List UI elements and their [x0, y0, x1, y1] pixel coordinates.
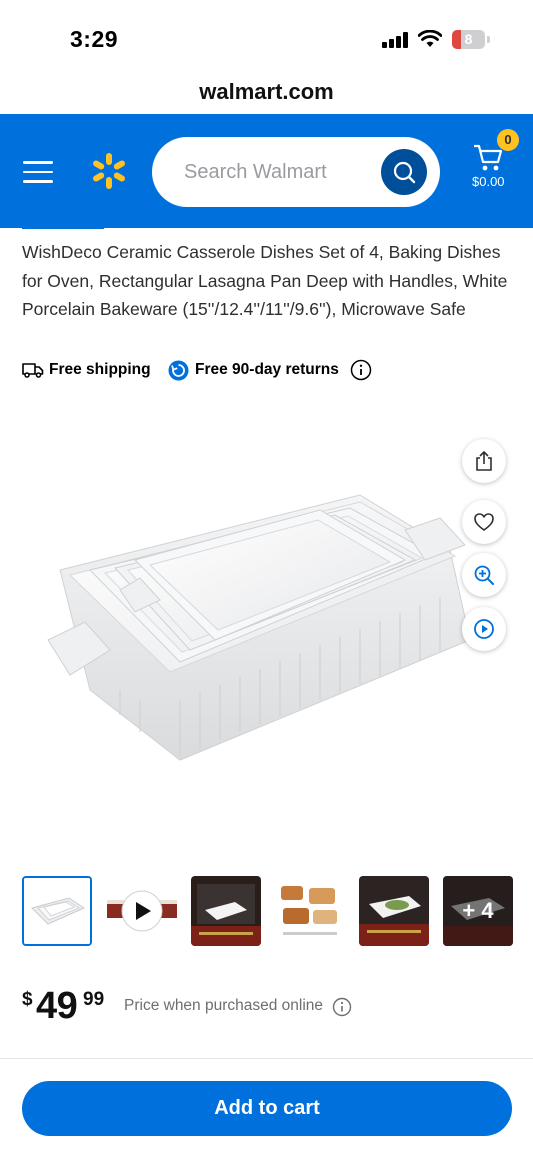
thumbnail-more[interactable]: + 4: [443, 876, 513, 946]
price-dollars: 49: [36, 985, 78, 1027]
info-icon[interactable]: [350, 359, 372, 381]
site-header: Search Walmart 0 $0.00: [0, 114, 533, 228]
search-button[interactable]: [381, 149, 427, 195]
play-circle-icon: [474, 619, 494, 639]
cart-button[interactable]: 0 $0.00: [470, 129, 519, 196]
divider: [0, 1058, 533, 1059]
truck-icon: [22, 363, 44, 378]
product-image[interactable]: [30, 410, 480, 840]
free-returns-perk: Free 90-day returns: [168, 357, 339, 383]
product-title: WishDeco Ceramic Casserole Dishes Set of…: [22, 242, 508, 319]
thumbnail-video[interactable]: [107, 876, 177, 946]
image-thumbnails: + 4: [22, 876, 522, 948]
url-text: walmart.com: [199, 79, 334, 104]
play-video-button[interactable]: [462, 607, 506, 651]
thumbnail-3[interactable]: [191, 876, 261, 946]
search-icon: [393, 161, 416, 184]
price-note: Price when purchased online: [124, 997, 324, 1014]
cart-count-badge: 0: [497, 129, 519, 151]
cellular-signal-icon: [382, 32, 410, 48]
zoom-in-icon: [474, 565, 494, 585]
more-images-count: + 4: [443, 876, 513, 946]
price-cents: 99: [83, 989, 105, 1010]
browser-url-bar[interactable]: walmart.com: [0, 72, 533, 114]
share-button[interactable]: [462, 439, 506, 483]
wifi-icon: [417, 29, 443, 48]
price-info-icon[interactable]: [332, 997, 352, 1017]
walmart-spark-logo[interactable]: [89, 151, 129, 191]
zoom-button[interactable]: [462, 553, 506, 597]
section-underline: [22, 226, 104, 229]
cart-total: $0.00: [472, 174, 505, 189]
thumbnail-5[interactable]: [359, 876, 429, 946]
thumbnail-1[interactable]: [22, 876, 92, 946]
free-shipping-perk: Free shipping: [22, 357, 151, 383]
status-bar: 3:29 8: [0, 0, 533, 72]
thumbnail-4[interactable]: [275, 876, 345, 946]
free-shipping-label: Free shipping: [49, 361, 151, 378]
battery-icon: 8: [452, 30, 490, 49]
returns-icon: [168, 360, 189, 380]
add-to-cart-button[interactable]: Add to cart: [22, 1081, 512, 1136]
status-time: 3:29: [70, 26, 119, 52]
menu-icon[interactable]: [23, 161, 53, 183]
share-icon: [476, 450, 492, 471]
fulfillment-perks: Free shipping Free 90-day returns: [22, 357, 522, 383]
heart-icon: [474, 513, 494, 531]
favorite-button[interactable]: [462, 500, 506, 544]
battery-level: 8: [464, 31, 473, 47]
search-placeholder: Search Walmart: [184, 161, 327, 183]
free-returns-label: Free 90-day returns: [195, 361, 339, 378]
search-input[interactable]: Search Walmart: [152, 137, 440, 207]
price-currency: $: [22, 989, 33, 1010]
